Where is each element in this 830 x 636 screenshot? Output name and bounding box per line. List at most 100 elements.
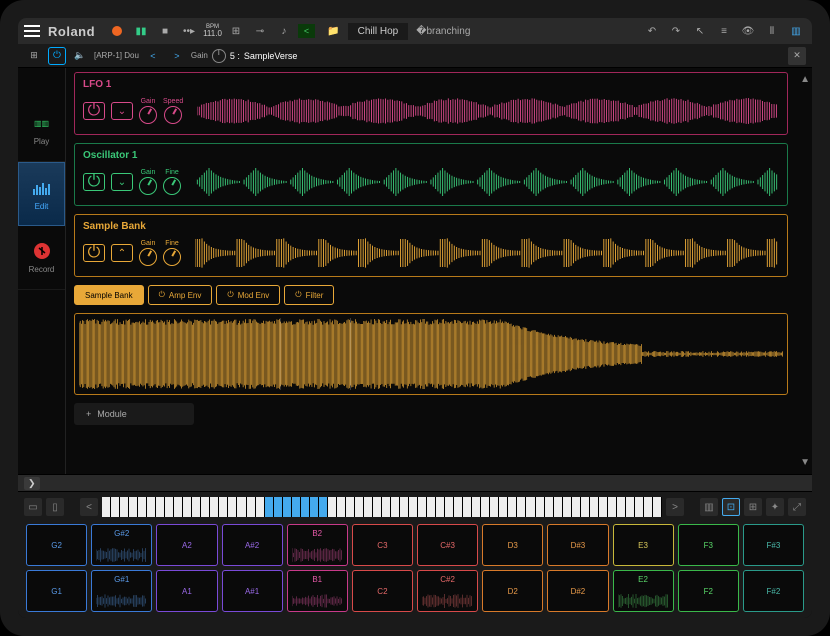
pad-g2[interactable]: G2 (26, 524, 87, 566)
pad-f2[interactable]: F2 (678, 570, 739, 612)
osc-collapse-button[interactable]: ⌄ (111, 173, 133, 191)
pad-c2[interactable]: C2 (352, 570, 413, 612)
keyboard-icon[interactable]: ▥ (786, 21, 806, 41)
redo-button[interactable]: ↷ (666, 21, 686, 41)
pad-a2[interactable]: A2 (156, 524, 217, 566)
record-view-icon (32, 241, 52, 261)
sample-expand-button[interactable]: ⌃ (111, 244, 133, 262)
kb-mode-grid-icon[interactable]: ⊞ (744, 498, 762, 516)
osc-gain-knob[interactable] (139, 177, 157, 195)
lfo-gain-knob[interactable] (139, 106, 157, 124)
osc-fine-knob[interactable] (163, 177, 181, 195)
grid-toggle-icon[interactable]: ⊞ (24, 46, 44, 66)
module-title: Sample Bank (83, 221, 779, 232)
pad-d3[interactable]: D3 (482, 524, 543, 566)
metronome-icon[interactable]: ♪ (274, 21, 294, 41)
kb-mode-piano-icon[interactable]: ▥ (700, 498, 718, 516)
tab-amp-env[interactable]: ⏻Amp Env (148, 285, 213, 305)
sample-gain-knob[interactable] (139, 248, 157, 266)
pad-b1[interactable]: B1 (287, 570, 348, 612)
piano-keyboard[interactable] (102, 497, 662, 517)
kb-expand-icon[interactable]: ⤢ (788, 498, 806, 516)
pause-button[interactable]: ▮▮ (131, 21, 151, 41)
project-name[interactable]: Chill Hop (348, 23, 409, 40)
module-oscillator: Oscillator 1 ⏻ ⌄ Gain Fine (74, 143, 788, 206)
editor-content: ▲ ▼ LFO 1 ⏻ ⌄ Gain Speed Oscillator 1 ⏻ … (66, 68, 812, 474)
pad-csharp3[interactable]: C#3 (417, 524, 478, 566)
pad-fsharp3[interactable]: F#3 (743, 524, 804, 566)
top-toolbar: Roland ▮▮ ■ ••▸ BPM 111.0 ⊞ ⊸ ♪ < 📁 Chil… (18, 18, 812, 44)
close-button[interactable]: ✕ (788, 47, 806, 65)
pad-d2[interactable]: D2 (482, 570, 543, 612)
tab-mod-env[interactable]: ⏻Mod Env (216, 285, 280, 305)
pad-b2[interactable]: B2 (287, 524, 348, 566)
undo-button[interactable]: ↶ (642, 21, 662, 41)
preset-prev-button[interactable]: < (143, 46, 163, 66)
sub-toolbar: ⊞ ⏻ 🔈 [ARP-1] Dou < > Gain 5 : SampleVer… (18, 44, 812, 68)
patch-number: 5 : (230, 51, 240, 61)
patch-name: SampleVerse (244, 51, 298, 61)
pad-csharp2[interactable]: C#2 (417, 570, 478, 612)
module-power-button[interactable]: ⏻ (48, 47, 66, 65)
kb-view1-icon[interactable]: ▭ (24, 498, 42, 516)
sidebar-item-play[interactable]: ▥▥ Play (18, 98, 65, 162)
lfo-collapse-button[interactable]: ⌄ (111, 102, 133, 120)
grid-icon[interactable]: ⊞ (226, 21, 246, 41)
gain-knob[interactable] (212, 49, 226, 63)
mixer-icon[interactable]: ⫴ (762, 21, 782, 41)
osc-power-button[interactable]: ⏻ (83, 173, 105, 191)
sidebar-item-edit[interactable]: Edit (18, 162, 65, 226)
lfo-speed-knob[interactable] (164, 106, 182, 124)
preset-name[interactable]: [ARP-1] Dou (94, 51, 139, 60)
list-icon[interactable]: ≡ (714, 21, 734, 41)
sidebar-item-record[interactable]: Record (18, 226, 65, 290)
sample-power-button[interactable]: ⏻ (83, 244, 105, 262)
preset-next-button[interactable]: > (167, 46, 187, 66)
kb-octave-down-button[interactable]: < (80, 498, 98, 516)
pointer-icon[interactable]: ↖ (690, 21, 710, 41)
bpm-display[interactable]: BPM 111.0 (203, 24, 222, 38)
tab-sample-bank[interactable]: Sample Bank (74, 285, 144, 305)
pad-e2[interactable]: E2 (613, 570, 674, 612)
pad-fsharp2[interactable]: F#2 (743, 570, 804, 612)
pad-asharp1[interactable]: A#1 (222, 570, 283, 612)
left-sidebar: ▥▥ Play Edit Record (18, 68, 66, 474)
menu-icon[interactable] (24, 24, 40, 38)
pad-asharp2[interactable]: A#2 (222, 524, 283, 566)
pad-dsharp2[interactable]: D#2 (547, 570, 608, 612)
scroll-down-icon[interactable]: ▼ (800, 457, 810, 468)
pad-gsharp1[interactable]: G#1 (91, 570, 152, 612)
pad-f3[interactable]: F3 (678, 524, 739, 566)
add-module-button[interactable]: + Module (74, 403, 194, 425)
pad-a1[interactable]: A1 (156, 570, 217, 612)
panel-expand-button[interactable]: ❯ (18, 474, 812, 492)
sample-fine-knob[interactable] (163, 248, 181, 266)
kb-octave-up-button[interactable]: > (666, 498, 684, 516)
record-button[interactable] (107, 21, 127, 41)
tab-filter[interactable]: ⏻Filter (284, 285, 334, 305)
edit-view-icon (32, 178, 52, 198)
kb-view2-icon[interactable]: ▯ (46, 498, 64, 516)
key-icon[interactable]: ⊸ (250, 21, 270, 41)
pad-dsharp3[interactable]: D#3 (547, 524, 608, 566)
pad-gsharp2[interactable]: G#2 (91, 524, 152, 566)
kb-settings-icon[interactable]: ✦ (766, 498, 784, 516)
stop-button[interactable]: ■ (155, 21, 175, 41)
folder-icon[interactable]: 📁 (327, 26, 339, 37)
back-button[interactable]: < (298, 24, 315, 38)
pad-e3[interactable]: E3 (613, 524, 674, 566)
share-icon[interactable]: �branching (416, 26, 470, 37)
loop-button[interactable]: ••▸ (179, 21, 199, 41)
kb-mode-pads-icon[interactable]: ⊡ (722, 498, 740, 516)
sample-waveform-display[interactable] (74, 313, 788, 395)
lfo-power-button[interactable]: ⏻ (83, 102, 105, 120)
chevron-right-icon: ❯ (24, 477, 40, 490)
gain-label: Gain (191, 51, 208, 60)
pad-c3[interactable]: C3 (352, 524, 413, 566)
eye-icon[interactable]: 👁 (738, 21, 758, 41)
pad-grid: G2G#2A2A#2B2C3C#3D3D#3E3F3F#3 G1G#1A1A#1B… (24, 518, 806, 614)
pad-g1[interactable]: G1 (26, 570, 87, 612)
speaker-icon[interactable]: 🔈 (70, 46, 90, 66)
plus-icon: + (86, 409, 91, 419)
scroll-up-icon[interactable]: ▲ (800, 74, 810, 85)
